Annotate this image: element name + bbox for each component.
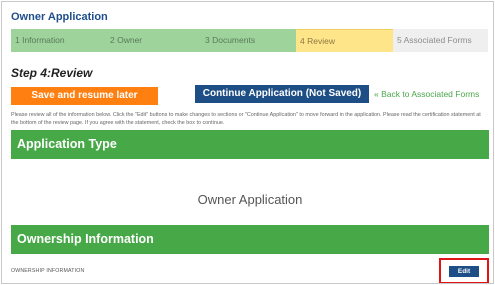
- continue-application-button[interactable]: Continue Application (Not Saved): [195, 85, 369, 103]
- step-heading: Step 4:Review: [11, 66, 93, 80]
- wizard-step-owner[interactable]: 2 Owner: [106, 29, 201, 52]
- page-title: Owner Application: [11, 11, 108, 23]
- wizard-step-documents[interactable]: 3 Documents: [201, 29, 296, 52]
- wizard-progress: 1 Information 2 Owner 3 Documents 4 Revi…: [11, 29, 488, 52]
- back-to-associated-forms-link[interactable]: « Back to Associated Forms: [374, 89, 479, 99]
- edit-ownership-button[interactable]: Edit: [449, 266, 479, 277]
- save-and-resume-button[interactable]: Save and resume later: [11, 87, 158, 105]
- application-window: Owner Application 1 Information 2 Owner …: [1, 1, 494, 284]
- wizard-step-review: 4 Review: [296, 29, 393, 52]
- review-instructions: Please review all of the information bel…: [11, 112, 481, 126]
- wizard-step-information[interactable]: 1 Information: [11, 29, 106, 52]
- section-header-ownership-information: Ownership Information: [11, 225, 489, 254]
- ownership-subsection-label: OWNERSHIP INFORMATION: [11, 268, 85, 274]
- application-name: Owner Application: [197, 192, 303, 207]
- wizard-step-associated-forms: 5 Associated Forms: [393, 29, 488, 52]
- section-header-application-type: Application Type: [11, 130, 489, 159]
